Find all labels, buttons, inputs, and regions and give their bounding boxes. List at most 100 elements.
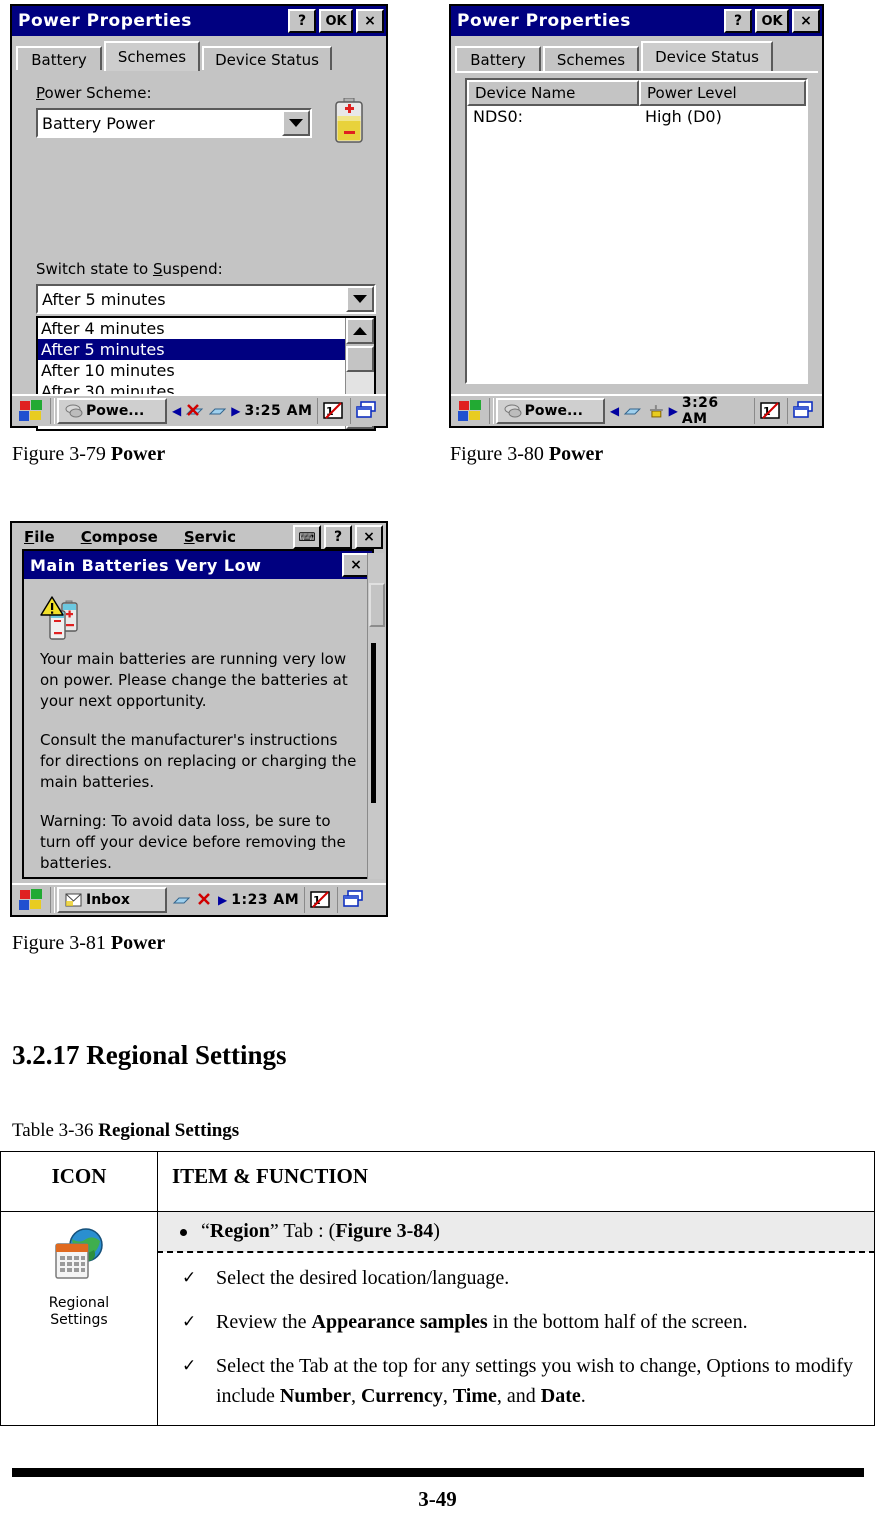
clock[interactable]: 1:23 AM xyxy=(231,892,299,908)
icon-caption: Regional Settings xyxy=(5,1295,153,1329)
tray-left-arrow-icon[interactable]: ◀ xyxy=(172,404,181,418)
close-button[interactable]: × xyxy=(356,9,384,33)
document-page: Power Properties ? OK × Battery Schemes … xyxy=(0,0,875,1517)
no-network-icon[interactable] xyxy=(185,403,205,419)
inbox-window: File Compose Servic ⌨ ? × Main Batteries… xyxy=(10,521,388,917)
clock[interactable]: 3:26 AM xyxy=(682,395,749,427)
tray-right-arrow-icon[interactable]: ▶ xyxy=(231,404,240,418)
tab-label: Schemes xyxy=(556,50,626,69)
function-list-cell: ✓ Select the desired location/language. … xyxy=(157,1251,875,1426)
tabstrip: Battery Schemes Device Status xyxy=(16,41,382,73)
tab-schemes[interactable]: Schemes xyxy=(543,46,639,71)
caption-prefix: Figure 3-80 xyxy=(450,443,549,465)
desktop-icon[interactable] xyxy=(350,398,383,424)
desktop-icon[interactable] xyxy=(786,398,820,424)
tab-device-status[interactable]: Device Status xyxy=(641,41,773,71)
ok-button[interactable]: OK xyxy=(755,9,789,33)
check-icon: ✓ xyxy=(182,1312,197,1332)
chevron-down-icon[interactable] xyxy=(346,286,374,312)
check-icon: ✓ xyxy=(182,1268,197,1288)
tab-label: Device Status xyxy=(655,48,759,66)
taskbar: Inbox ▶ 1:23 AM 1 xyxy=(12,883,386,915)
ac-power-icon[interactable] xyxy=(647,403,665,419)
help-button[interactable]: ? xyxy=(724,9,752,33)
start-button[interactable] xyxy=(14,398,48,424)
power-properties-device-status-window: Power Properties ? OK × Battery Schemes … xyxy=(449,4,824,428)
desktop-icon[interactable] xyxy=(337,887,370,913)
start-button[interactable] xyxy=(14,887,48,913)
caption-bold: Power xyxy=(110,443,166,465)
power-scheme-label: Power Scheme: xyxy=(36,84,152,102)
caption-prefix: Figure 3-79 xyxy=(12,443,111,465)
taskbar: Powe... ◀ ▶ 3:26 AM 1 xyxy=(451,394,822,427)
tray-right-arrow-icon[interactable]: ▶ xyxy=(669,404,678,418)
column-header-device-name[interactable]: Device Name xyxy=(467,80,639,106)
list-item[interactable]: After 10 minutes xyxy=(38,360,345,381)
tab-battery[interactable]: Battery xyxy=(16,46,102,71)
figure-caption-3-79: Figure 3-79 Power xyxy=(12,443,165,466)
tab-device-status[interactable]: Device Status xyxy=(202,46,332,71)
close-button[interactable]: × xyxy=(355,525,383,549)
menu-services[interactable]: Servic xyxy=(184,528,236,546)
help-button[interactable]: ? xyxy=(288,9,316,33)
bullet-mid: ” Tab : ( xyxy=(269,1220,336,1242)
help-button[interactable]: ? xyxy=(324,525,352,549)
taskbar-app-button[interactable]: Powe... xyxy=(495,398,605,424)
dialog-message: Your main batteries are running very low… xyxy=(40,649,358,874)
start-button[interactable] xyxy=(453,398,487,424)
table-header-row: ICON ITEM & FUNCTION xyxy=(0,1151,875,1212)
table-caption: Table 3-36 Regional Settings xyxy=(12,1120,239,1142)
device-status-listview[interactable]: Device Name Power Level NDS0: High (D0) xyxy=(465,78,808,384)
list-item-text: Review the Appearance samples in the bot… xyxy=(216,1311,748,1333)
power-scheme-combo[interactable]: Battery Power xyxy=(36,108,312,138)
table-caption-bold: Regional Settings xyxy=(98,1120,240,1141)
connection-icon[interactable] xyxy=(623,403,643,419)
connection-icon[interactable] xyxy=(172,892,192,908)
menu-compose[interactable]: Compose xyxy=(81,528,158,546)
connection-icon[interactable] xyxy=(209,403,227,419)
tab-battery[interactable]: Battery xyxy=(455,46,541,71)
scroll-up-icon[interactable] xyxy=(346,318,374,344)
clock[interactable]: 3:25 AM xyxy=(244,403,312,419)
taskbar-app-button[interactable]: Inbox xyxy=(57,887,167,913)
tab-schemes[interactable]: Schemes xyxy=(104,41,200,71)
list-item[interactable]: After 4 minutes xyxy=(38,318,345,339)
table-row[interactable]: NDS0: High (D0) xyxy=(467,106,806,127)
icon-caption-line-2: Settings xyxy=(50,1312,108,1328)
keyboard-icon[interactable]: ⌨ xyxy=(293,525,321,549)
page-number: 3-49 xyxy=(418,1487,457,1511)
list-item-selected[interactable]: After 5 minutes xyxy=(38,339,345,360)
bullet-bold-figure: Figure 3-84 xyxy=(335,1220,434,1242)
no-network-icon[interactable] xyxy=(196,892,214,908)
menu-file[interactable]: File xyxy=(24,528,55,546)
dialog-close-button[interactable]: × xyxy=(342,553,370,577)
dialog-title: Main Batteries Very Low xyxy=(30,555,262,575)
input-panel-icon[interactable]: 1 xyxy=(304,887,337,913)
scrollbar-track-mark xyxy=(371,643,376,803)
window-scrollbar[interactable] xyxy=(367,553,385,879)
tab-label: Battery xyxy=(470,50,526,69)
bullet-post: ) xyxy=(433,1220,440,1242)
taskbar-app-button[interactable]: Powe... xyxy=(57,398,167,424)
switch-state-combo[interactable]: After 5 minutes xyxy=(36,284,376,314)
taskbar-separator xyxy=(488,398,494,424)
tray-left-arrow-icon[interactable]: ◀ xyxy=(610,404,619,418)
ok-button[interactable]: OK xyxy=(319,9,353,33)
list-item: ✓ Select the Tab at the top for any sett… xyxy=(158,1351,864,1411)
chevron-down-icon[interactable] xyxy=(282,110,310,136)
bullet-row: “Region” Tab : (Figure 3-84) xyxy=(157,1211,875,1253)
input-panel-icon[interactable]: 1 xyxy=(753,398,787,424)
scrollbar-thumb[interactable] xyxy=(346,346,374,372)
scrollbar-thumb[interactable] xyxy=(369,583,385,627)
regional-settings-table: ICON ITEM & FUNCTION Regional Settings “… xyxy=(0,1151,875,1426)
tray-right-arrow-icon[interactable]: ▶ xyxy=(218,893,227,907)
inbox-icon xyxy=(65,893,82,907)
bullet-bold-region: Region xyxy=(209,1220,270,1242)
input-panel-icon[interactable]: 1 xyxy=(317,398,350,424)
regional-settings-icon[interactable] xyxy=(48,1226,110,1291)
bullet-icon xyxy=(180,1228,187,1236)
column-header-power-level[interactable]: Power Level xyxy=(639,80,806,106)
close-button[interactable]: × xyxy=(792,9,820,33)
check-icon: ✓ xyxy=(182,1356,197,1376)
titlebar: Power Properties ? OK × xyxy=(451,6,822,36)
